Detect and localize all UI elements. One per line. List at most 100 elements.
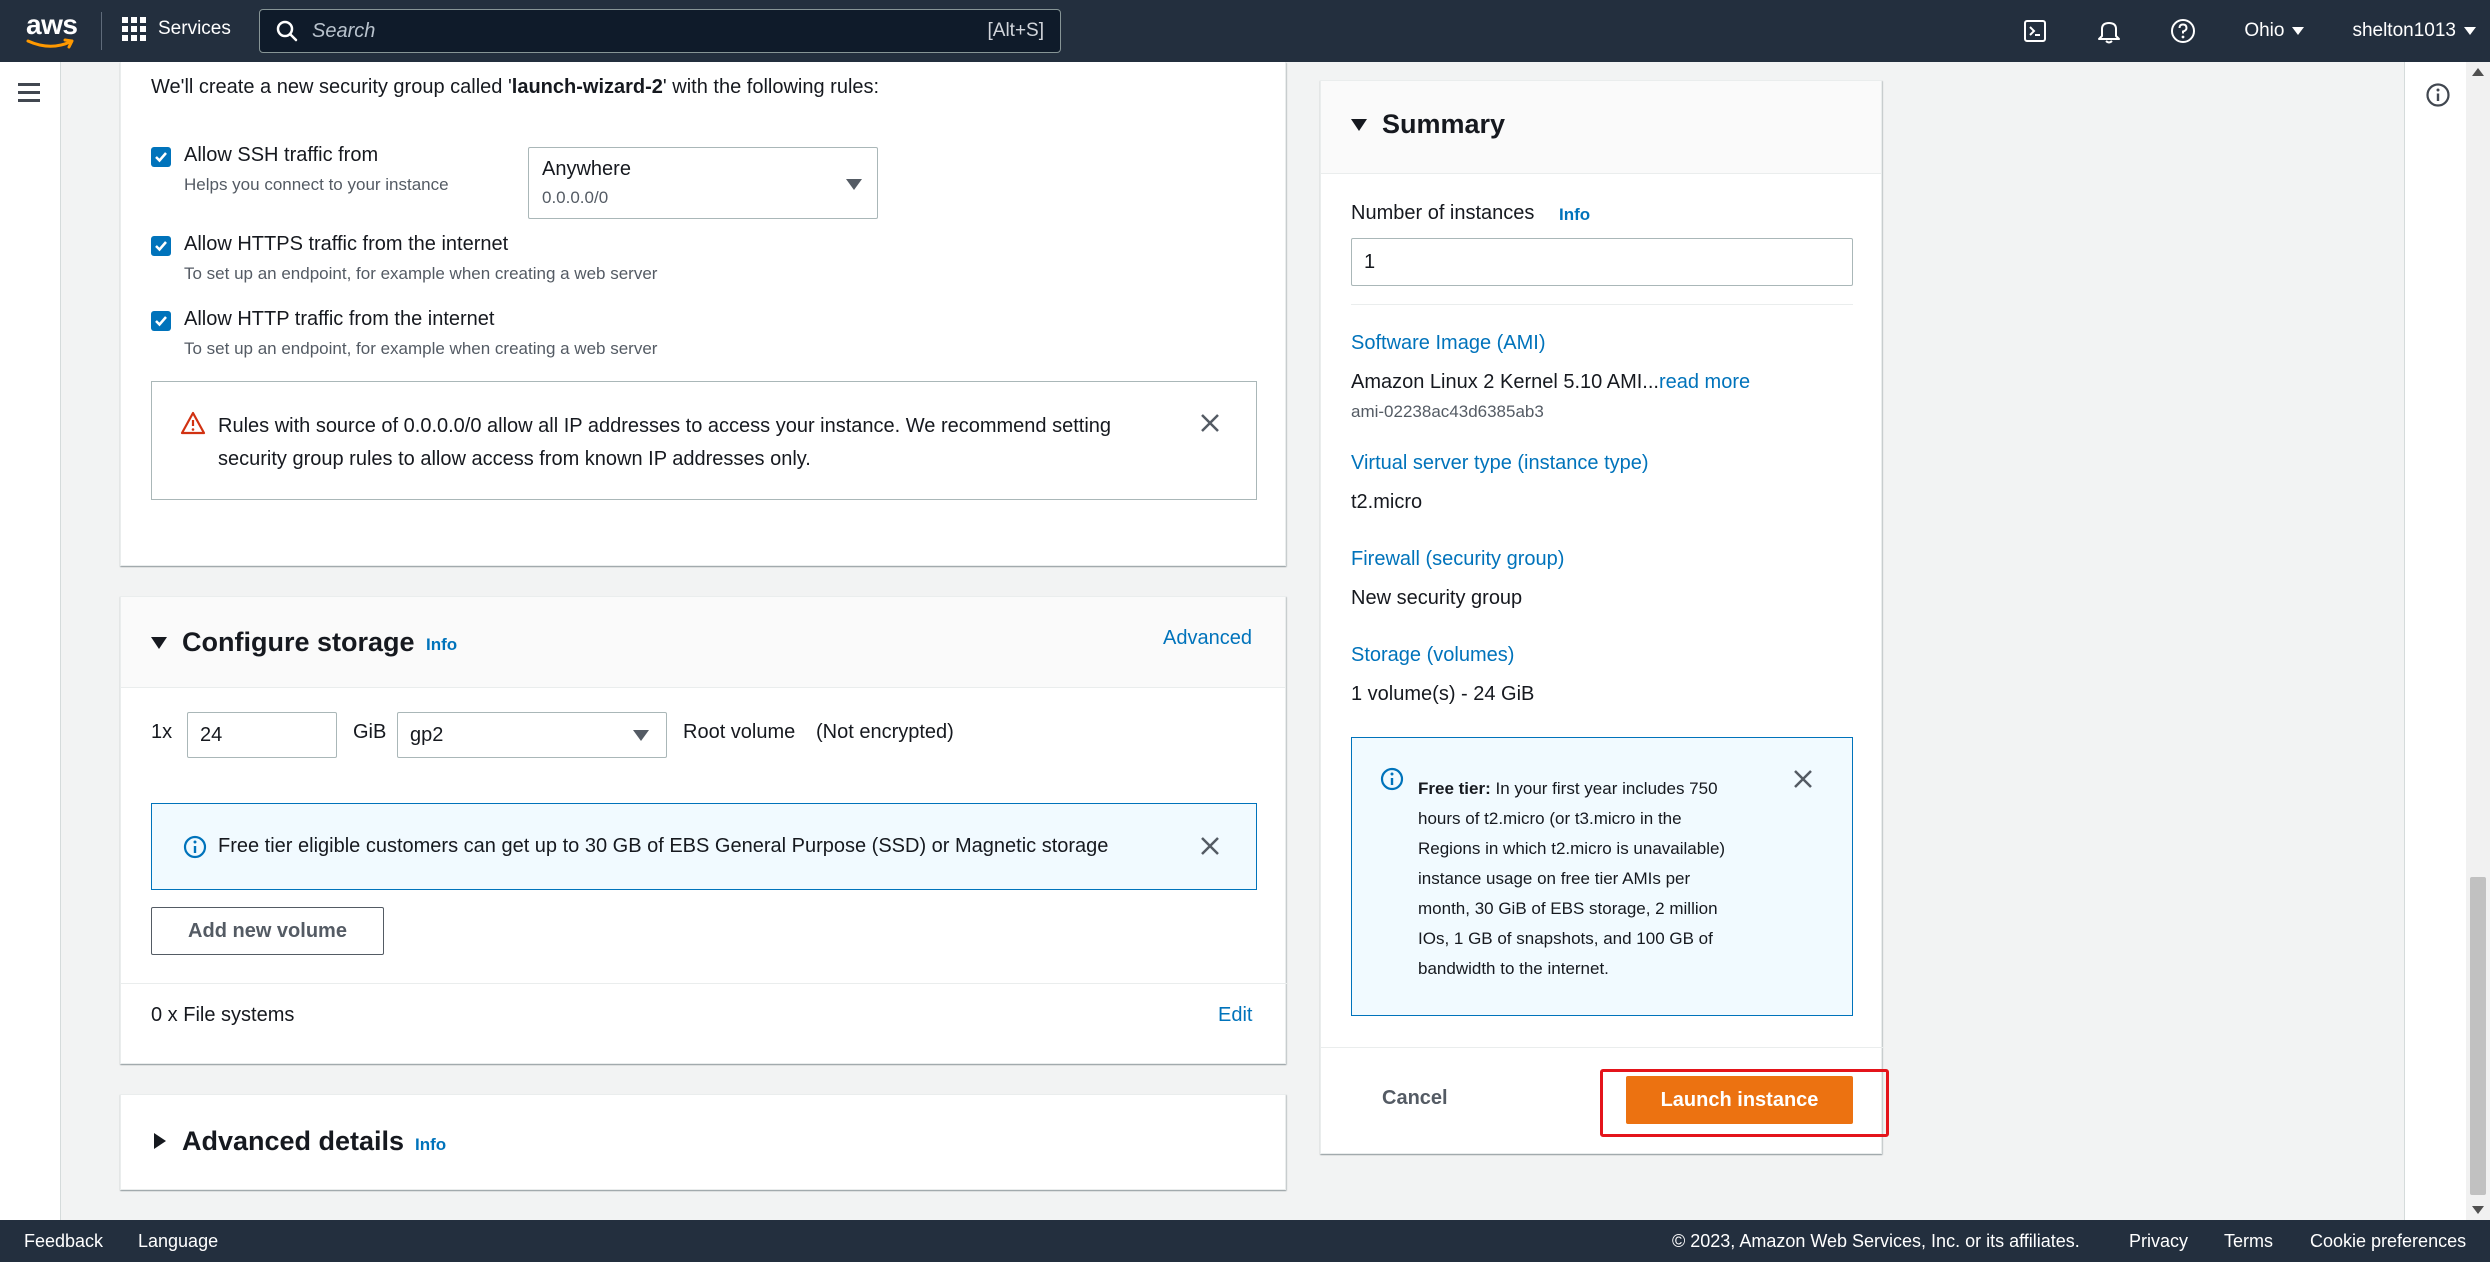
region-label: Ohio <box>2244 20 2285 41</box>
scroll-thumb[interactable] <box>2470 877 2486 1195</box>
privacy-link[interactable]: Privacy <box>2129 1231 2188 1252</box>
aws-logo[interactable]: aws <box>26 11 78 50</box>
expand-caret-icon[interactable] <box>154 1133 166 1149</box>
file-systems-edit-link[interactable]: Edit <box>1218 1004 1252 1027</box>
console-footer: Feedback Language © 2023, Amazon Web Ser… <box>0 1220 2490 1262</box>
caret-down-icon <box>2292 27 2305 35</box>
storage-divider <box>121 983 1287 984</box>
ami-id: ami-02238ac43d6385ab3 <box>1351 402 1544 421</box>
collapse-caret-icon[interactable] <box>151 637 167 649</box>
https-label: Allow HTTPS traffic from the internet <box>184 233 509 255</box>
summary-header: Summary <box>1321 81 1881 174</box>
num-instances-info-link[interactable]: Info <box>1559 205 1590 225</box>
num-instances-label: Number of instances <box>1351 202 1535 224</box>
add-new-volume-button[interactable]: Add new volume <box>151 907 384 955</box>
info-circle-icon <box>183 835 207 859</box>
volume-size-unit: GiB <box>353 721 387 743</box>
terms-link[interactable]: Terms <box>2224 1231 2273 1252</box>
ssh-source-value: Anywhere <box>542 158 631 180</box>
instance-type-link[interactable]: Virtual server type (instance type) <box>1351 452 1649 475</box>
free-tier-summary-message: Free tier: In your first year includes 7… <box>1418 779 1726 978</box>
ssh-source-cidr: 0.0.0.0/0 <box>542 188 609 207</box>
file-systems-label: 0 x File systems <box>151 1004 295 1026</box>
num-instances-input[interactable]: 1 <box>1351 238 1853 286</box>
caret-down-icon <box>633 730 649 741</box>
checkmark-icon <box>155 316 167 327</box>
firewall-link[interactable]: Firewall (security group) <box>1351 548 1564 571</box>
storage-panel-header: Configure storage Info Advanced <box>121 597 1285 688</box>
network-settings-panel: We'll create a new security group called… <box>120 62 1286 566</box>
region-selector[interactable]: Ohio <box>2220 0 2328 62</box>
language-link[interactable]: Language <box>138 1231 218 1252</box>
firewall-value: New security group <box>1351 587 1523 609</box>
info-circle-icon <box>1380 767 1404 791</box>
storage-advanced-link[interactable]: Advanced <box>1163 627 1252 650</box>
summary-panel: Summary Number of instances Info 1 Softw… <box>1320 80 1889 1154</box>
storage-title: Configure storage <box>182 627 415 657</box>
advanced-details-info-link[interactable]: Info <box>415 1135 446 1155</box>
summary-divider <box>1351 304 1853 305</box>
ssh-checkbox[interactable] <box>151 147 171 167</box>
instance-type-value: t2.micro <box>1351 491 1423 513</box>
https-checkbox[interactable] <box>151 236 171 256</box>
configure-storage-panel: Configure storage Info Advanced 1x 24 Gi… <box>120 596 1287 1064</box>
help-button[interactable] <box>2146 0 2220 62</box>
cancel-button[interactable]: Cancel <box>1382 1087 1448 1110</box>
warning-message: Rules with source of 0.0.0.0/0 allow all… <box>218 415 1112 470</box>
nav-divider <box>101 12 102 50</box>
close-icon[interactable] <box>1199 412 1221 434</box>
services-label: Services <box>158 18 231 39</box>
encryption-status: (Not encrypted) <box>816 721 954 743</box>
ssh-source-select[interactable]: Anywhere 0.0.0.0/0 <box>528 147 878 219</box>
info-panel-icon[interactable] <box>2425 82 2451 108</box>
cloudshell-button[interactable] <box>1998 0 2072 62</box>
account-menu[interactable]: shelton1013 <box>2328 0 2490 62</box>
storage-volumes-link[interactable]: Storage (volumes) <box>1351 644 1514 667</box>
storage-info-link[interactable]: Info <box>426 635 457 655</box>
search-bar[interactable]: [Alt+S] <box>259 9 1061 53</box>
collapse-caret-icon[interactable] <box>1351 119 1367 131</box>
cookie-preferences-link[interactable]: Cookie preferences <box>2310 1231 2466 1252</box>
volume-size-input[interactable]: 24 <box>187 712 337 758</box>
close-icon[interactable] <box>1199 835 1221 857</box>
caret-down-icon <box>2464 27 2476 35</box>
ami-value-line: Amazon Linux 2 Kernel 5.10 AMI...read mo… <box>1351 371 1750 394</box>
services-menu-button[interactable]: Services <box>122 17 231 41</box>
advanced-details-title[interactable]: Advanced details <box>182 1126 404 1157</box>
menu-hamburger-icon[interactable] <box>18 83 40 102</box>
https-description: To set up an endpoint, for example when … <box>184 264 658 283</box>
volume-count-prefix: 1x <box>151 721 173 743</box>
ssh-label: Allow SSH traffic from <box>184 144 379 166</box>
account-name: shelton1013 <box>2352 20 2456 41</box>
search-icon <box>276 20 298 42</box>
ami-link[interactable]: Software Image (AMI) <box>1351 332 1546 355</box>
notifications-button[interactable] <box>2072 0 2146 62</box>
http-label: Allow HTTP traffic from the internet <box>184 308 495 330</box>
root-volume-label: Root volume <box>683 721 796 743</box>
advanced-details-panel[interactable]: Advanced details Info <box>120 1094 1286 1190</box>
cloudshell-icon <box>2024 20 2047 42</box>
services-grid-icon <box>122 17 146 41</box>
right-tools-rail <box>2404 62 2466 1220</box>
search-shortcut-hint: [Alt+S] <box>987 20 1045 41</box>
scroll-up-arrow-icon[interactable] <box>2472 68 2484 76</box>
storage-volumes-value: 1 volume(s) - 24 GiB <box>1351 683 1535 705</box>
top-navigation: aws Services [Alt+S] <box>0 0 2490 62</box>
warning-triangle-icon <box>180 411 206 435</box>
ami-read-more-link[interactable]: read more <box>1659 371 1750 393</box>
volume-type-select[interactable]: gp2 <box>397 712 667 758</box>
free-tier-storage-info: Free tier eligible customers can get up … <box>151 803 1257 890</box>
checkmark-icon <box>155 241 167 252</box>
http-checkbox[interactable] <box>151 311 171 331</box>
security-group-name: launch-wizard-2 <box>511 76 663 98</box>
search-input[interactable] <box>312 19 988 43</box>
page-scrollbar[interactable] <box>2466 62 2490 1220</box>
security-group-intro: We'll create a new security group called… <box>151 76 880 98</box>
ami-value: Amazon Linux 2 Kernel 5.10 AMI... <box>1351 371 1659 393</box>
close-icon[interactable] <box>1792 768 1814 790</box>
feedback-link[interactable]: Feedback <box>24 1231 103 1252</box>
nav-right-group: Ohio shelton1013 <box>1998 0 2490 62</box>
ssh-description: Helps you connect to your instance <box>184 175 449 194</box>
checkmark-icon <box>155 152 167 163</box>
scroll-down-arrow-icon[interactable] <box>2472 1206 2484 1214</box>
